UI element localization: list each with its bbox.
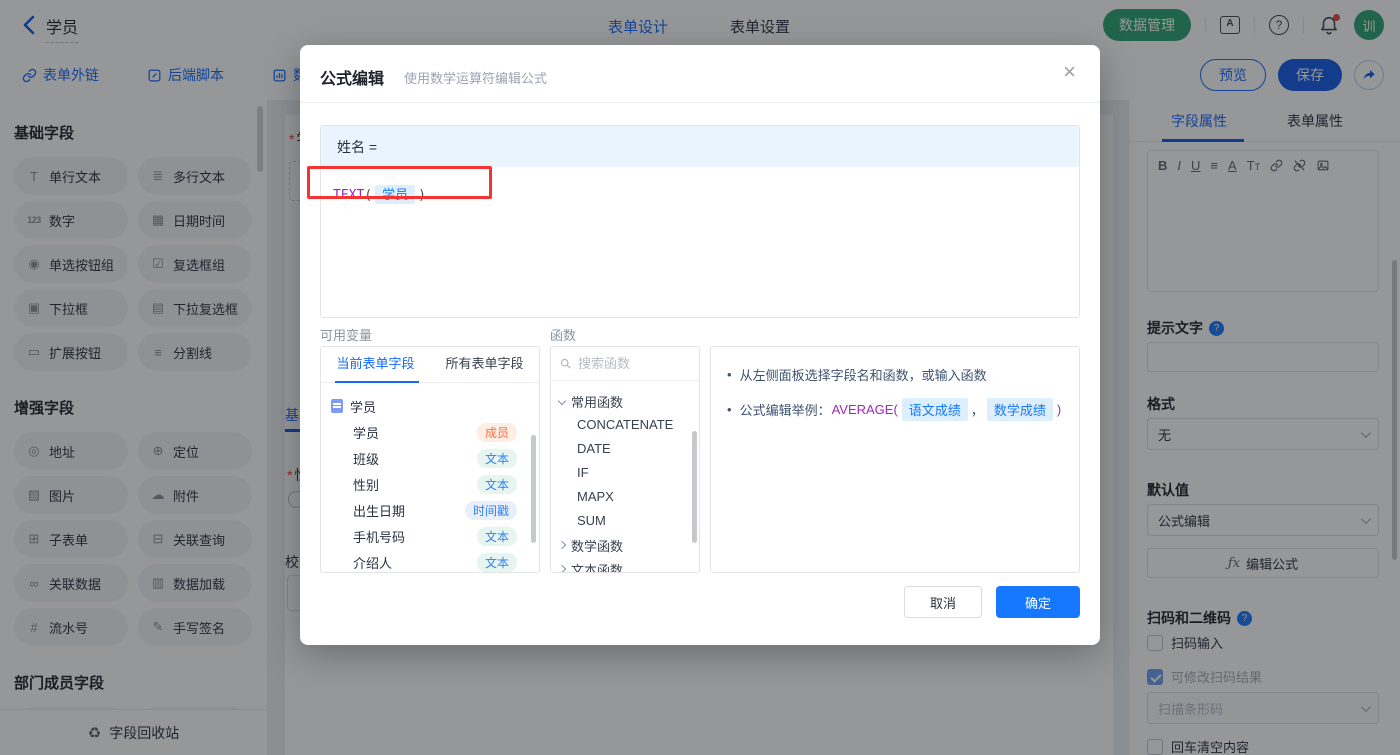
modal-header: 公式编辑 使用数学运算符编辑公式 × bbox=[300, 45, 1100, 103]
variable-name: 学员 bbox=[353, 425, 380, 441]
variable-row[interactable]: 班级 文本 bbox=[331, 445, 529, 471]
function-item[interactable]: MAPX bbox=[559, 485, 699, 509]
chevron-right-icon bbox=[557, 540, 567, 550]
tip-line-2: 公式编辑举例： AVERAGE( 语文成绩 ， 数学成绩 ) bbox=[725, 398, 1065, 421]
comma: ， bbox=[970, 403, 984, 418]
formula-expression[interactable]: TEXT(学员) bbox=[321, 167, 1079, 204]
variable-name: 班级 bbox=[353, 451, 380, 467]
variables-panel: 当前表单字段 所有表单字段 学员 学员 成员 班级 文本 性别 文本 出生日期 时间戳 … bbox=[320, 346, 540, 573]
variables-list: 学员 学员 成员 班级 文本 性别 文本 出生日期 时间戳 手机号码 文本 介绍人 文本 bbox=[321, 383, 539, 575]
variable-row[interactable]: 介绍人 文本 bbox=[331, 549, 529, 575]
modal-footer: 取消 确定 bbox=[904, 586, 1080, 618]
group-label: 常用函数 bbox=[571, 394, 624, 410]
field-chip[interactable]: 学员 bbox=[375, 185, 416, 204]
example-function-token: AVERAGE( bbox=[831, 402, 898, 417]
function-item[interactable]: DATE bbox=[559, 437, 699, 461]
variable-name: 出生日期 bbox=[353, 503, 406, 519]
type-badge: 文本 bbox=[476, 448, 517, 468]
variables-label: 可用变量 bbox=[320, 328, 373, 343]
confirm-button[interactable]: 确定 bbox=[996, 586, 1080, 618]
variable-row[interactable]: 出生日期 时间戳 bbox=[331, 497, 529, 523]
variables-root-node[interactable]: 学员 bbox=[331, 393, 529, 419]
root-label: 学员 bbox=[350, 399, 377, 415]
function-item[interactable]: SUM bbox=[559, 509, 699, 533]
search-icon bbox=[560, 358, 571, 369]
function-token: TEXT bbox=[333, 188, 365, 203]
paren-close: ) bbox=[418, 188, 426, 203]
variable-name: 手机号码 bbox=[353, 529, 406, 545]
type-badge: 文本 bbox=[476, 552, 517, 572]
functions-label: 函数 bbox=[550, 328, 577, 343]
form-doc-icon bbox=[331, 399, 343, 413]
variable-row[interactable]: 手机号码 文本 bbox=[331, 523, 529, 549]
example-field-chip: 数学成绩 bbox=[986, 398, 1053, 421]
type-badge: 文本 bbox=[476, 474, 517, 494]
group-math-functions[interactable]: 数学函数 bbox=[557, 533, 699, 557]
tip-line-1: 从左侧面板选择字段名和函数，或输入函数 bbox=[725, 365, 1065, 384]
example-field-chip: 语文成绩 bbox=[901, 398, 968, 421]
function-item[interactable]: CONCATENATE bbox=[559, 413, 699, 437]
app-screen: 学员 表单设计 表单设置 数据管理 ? 训 表单外链 后端脚本 bbox=[0, 0, 1400, 755]
group-text-functions[interactable]: 文本函数 bbox=[557, 557, 699, 573]
variable-row[interactable]: 学员 成员 bbox=[331, 419, 529, 445]
variable-row[interactable]: 性别 文本 bbox=[331, 471, 529, 497]
variables-scrollbar[interactable] bbox=[531, 435, 536, 543]
function-search[interactable] bbox=[551, 347, 699, 381]
formula-editor-modal: 公式编辑 使用数学运算符编辑公式 × 姓名 = TEXT(学员) 可用变量 函数… bbox=[300, 45, 1100, 645]
type-badge: 文本 bbox=[476, 526, 517, 546]
group-label: 文本函数 bbox=[571, 562, 624, 573]
tab-current-form-fields[interactable]: 当前表单字段 bbox=[321, 347, 430, 382]
variable-name: 介绍人 bbox=[353, 555, 393, 571]
modal-subtitle: 使用数学运算符编辑公式 bbox=[404, 71, 548, 86]
cancel-button[interactable]: 取消 bbox=[904, 586, 982, 618]
modal-title: 公式编辑 bbox=[320, 71, 385, 88]
group-label: 数学函数 bbox=[571, 538, 624, 554]
variable-name: 性别 bbox=[353, 477, 380, 493]
variables-tabs: 当前表单字段 所有表单字段 bbox=[321, 347, 539, 383]
functions-scrollbar[interactable] bbox=[692, 431, 697, 543]
function-tree: 常用函数 CONCATENATE DATE IF MAPX SUM 数学函数 文… bbox=[551, 381, 699, 573]
close-icon[interactable]: × bbox=[1063, 61, 1076, 83]
tips-panel: 从左侧面板选择字段名和函数，或输入函数 公式编辑举例： AVERAGE( 语文成… bbox=[710, 346, 1080, 573]
example-paren-close: ) bbox=[1056, 402, 1062, 417]
functions-panel: 常用函数 CONCATENATE DATE IF MAPX SUM 数学函数 文… bbox=[550, 346, 700, 573]
function-item[interactable]: IF bbox=[559, 461, 699, 485]
group-common-functions[interactable]: 常用函数 bbox=[557, 389, 699, 413]
type-badge: 成员 bbox=[476, 422, 517, 442]
formula-target: 姓名 = bbox=[321, 126, 1079, 167]
chevron-right-icon bbox=[557, 564, 567, 572]
function-search-input[interactable] bbox=[578, 356, 678, 371]
type-badge: 时间戳 bbox=[464, 500, 517, 520]
formula-input-area[interactable]: 姓名 = TEXT(学员) bbox=[320, 125, 1080, 318]
chevron-down-icon bbox=[557, 396, 567, 406]
paren-open: ( bbox=[364, 188, 373, 203]
tip-text: 从左侧面板选择字段名和函数，或输入函数 bbox=[739, 368, 987, 383]
tip-example-prefix: 公式编辑举例： bbox=[739, 403, 831, 418]
tab-all-form-fields[interactable]: 所有表单字段 bbox=[430, 347, 539, 382]
